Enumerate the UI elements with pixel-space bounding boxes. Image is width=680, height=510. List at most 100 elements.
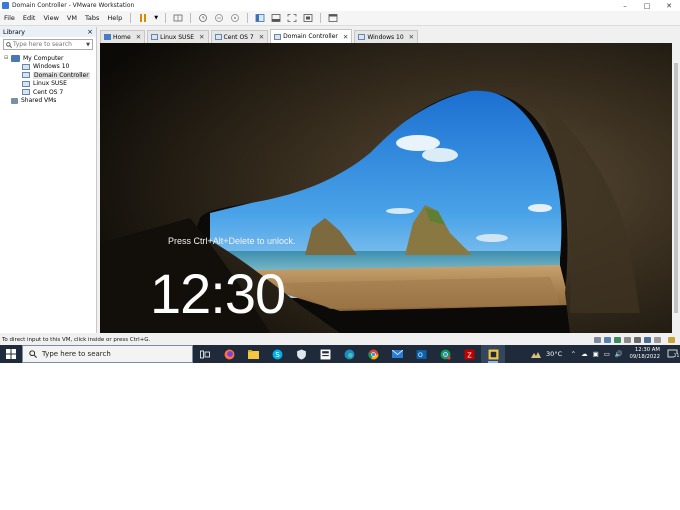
vm-icon bbox=[22, 72, 30, 79]
vmware-taskbar-button[interactable] bbox=[481, 345, 505, 363]
search-icon bbox=[29, 350, 37, 358]
tab-close-icon[interactable]: ✕ bbox=[136, 33, 141, 41]
printer-icon[interactable] bbox=[654, 336, 661, 343]
message-log-icon[interactable] bbox=[667, 336, 675, 343]
taskbar-clock[interactable]: 12:30 AM 09/18/2022 bbox=[629, 347, 660, 361]
sound-card-icon[interactable] bbox=[634, 336, 641, 343]
network-icon[interactable]: ▣ bbox=[593, 350, 599, 358]
display-icon[interactable] bbox=[644, 336, 651, 343]
maximize-button[interactable]: □ bbox=[636, 0, 658, 11]
tree-my-computer[interactable]: ⊟ My Computer bbox=[0, 54, 96, 63]
skype-taskbar-button[interactable]: S bbox=[265, 345, 289, 363]
collapse-icon[interactable]: ⊟ bbox=[4, 55, 11, 61]
tree-vm-linux-suse[interactable]: Linux SUSE bbox=[0, 80, 96, 89]
show-library-button[interactable] bbox=[253, 12, 267, 24]
weather-icon[interactable] bbox=[530, 350, 542, 359]
search-dropdown-icon[interactable]: ▼ bbox=[86, 42, 92, 48]
pause-icon bbox=[140, 14, 143, 22]
volume-icon[interactable]: 🔊 bbox=[615, 350, 623, 358]
taskbar-time: 12:30 AM bbox=[634, 347, 660, 353]
show-hidden-icons-icon[interactable]: ⌃ bbox=[571, 350, 576, 358]
network-adapter-icon[interactable] bbox=[614, 336, 621, 343]
keyboard-icon bbox=[173, 14, 183, 22]
menu-vm[interactable]: VM bbox=[63, 14, 81, 22]
vm-icon bbox=[22, 80, 30, 87]
search-icon bbox=[4, 41, 13, 48]
windows-taskbar: Type here to search S O Z 30°C ⌃ ☁ ▣ ▭ 🔊… bbox=[0, 345, 680, 363]
cd-dvd-icon[interactable] bbox=[604, 336, 611, 343]
menu-help[interactable]: Help bbox=[103, 14, 126, 22]
library-search-box[interactable]: ▼ bbox=[3, 39, 93, 50]
vm-icon bbox=[151, 34, 159, 40]
taskbar-date: 09/18/2022 bbox=[629, 354, 660, 360]
shared-vms-icon bbox=[11, 97, 18, 104]
library-title: Library bbox=[3, 28, 26, 36]
start-button[interactable] bbox=[0, 345, 22, 363]
power-dropdown-icon[interactable]: ▼ bbox=[152, 12, 160, 24]
revert-snapshot-button[interactable] bbox=[212, 12, 226, 24]
tree-vm-cent-os-7[interactable]: Cent OS 7 bbox=[0, 88, 96, 97]
scrollbar-thumb[interactable] bbox=[674, 63, 678, 313]
notification-count: 21 bbox=[673, 354, 680, 359]
news-taskbar-button[interactable] bbox=[313, 345, 337, 363]
battery-icon[interactable]: ▭ bbox=[604, 350, 610, 358]
tab-cent-os-7[interactable]: Cent OS 7 ✕ bbox=[210, 30, 269, 43]
mail-taskbar-button[interactable] bbox=[385, 345, 409, 363]
vm-console-screen[interactable]: Press Ctrl+Alt+Delete to unlock. 12:30 bbox=[100, 43, 672, 333]
status-bar: To direct input to this VM, click inside… bbox=[0, 334, 680, 345]
send-ctrl-alt-del-button[interactable] bbox=[171, 12, 185, 24]
outlook-taskbar-button[interactable]: O bbox=[409, 345, 433, 363]
filezilla-taskbar-button[interactable]: Z bbox=[457, 345, 481, 363]
tab-home[interactable]: Home ✕ bbox=[100, 30, 146, 43]
tab-close-icon[interactable]: ✕ bbox=[409, 33, 414, 41]
tab-close-icon[interactable]: ✕ bbox=[343, 33, 348, 41]
tab-windows-10[interactable]: Windows 10 ✕ bbox=[354, 30, 419, 43]
weather-temperature[interactable]: 30°C bbox=[546, 350, 562, 358]
close-button[interactable]: ✕ bbox=[658, 0, 680, 11]
unity-button[interactable] bbox=[301, 12, 315, 24]
file-explorer-taskbar-button[interactable] bbox=[241, 345, 265, 363]
menu-edit[interactable]: Edit bbox=[19, 14, 40, 22]
suspend-button[interactable] bbox=[136, 12, 150, 24]
library-close-icon[interactable]: × bbox=[87, 28, 93, 36]
full-screen-button[interactable] bbox=[285, 12, 299, 24]
edge-taskbar-button[interactable] bbox=[337, 345, 361, 363]
toolbar-separator bbox=[247, 13, 249, 23]
snapshot-button[interactable] bbox=[196, 12, 210, 24]
tab-close-icon[interactable]: ✕ bbox=[259, 33, 264, 41]
menu-view[interactable]: View bbox=[39, 14, 62, 22]
console-view-button[interactable] bbox=[326, 12, 340, 24]
task-view-button[interactable] bbox=[193, 345, 217, 363]
snapshot-manager-button[interactable] bbox=[228, 12, 242, 24]
minimize-button[interactable]: – bbox=[614, 0, 636, 11]
tab-domain-controller[interactable]: Domain Controller ✕ bbox=[270, 29, 353, 43]
taskbar-search-box[interactable]: Type here to search bbox=[22, 345, 193, 363]
usb-controller-icon[interactable] bbox=[624, 336, 631, 343]
outlook-icon: O bbox=[416, 349, 426, 359]
onedrive-icon[interactable]: ☁ bbox=[581, 350, 588, 358]
pause-icon-bar bbox=[144, 14, 147, 22]
tree-vm-windows-10[interactable]: Windows 10 bbox=[0, 63, 96, 72]
chrome-taskbar-button[interactable] bbox=[361, 345, 385, 363]
chrome-profile-taskbar-button[interactable] bbox=[433, 345, 457, 363]
tab-close-icon[interactable]: ✕ bbox=[199, 33, 204, 41]
shield-icon bbox=[296, 349, 306, 359]
firefox-taskbar-button[interactable] bbox=[217, 345, 241, 363]
menu-tabs[interactable]: Tabs bbox=[81, 14, 103, 22]
full-screen-icon bbox=[287, 14, 297, 22]
library-search-input[interactable] bbox=[13, 41, 81, 48]
lock-screen-clock: 12:30 bbox=[150, 262, 286, 325]
task-view-icon bbox=[200, 350, 210, 358]
tree-vm-domain-controller[interactable]: Domain Controller bbox=[0, 71, 96, 80]
tab-linux-suse[interactable]: Linux SUSE ✕ bbox=[147, 30, 209, 43]
device-icons bbox=[593, 336, 677, 343]
menu-file[interactable]: File bbox=[0, 14, 19, 22]
windows-security-taskbar-button[interactable] bbox=[289, 345, 313, 363]
hard-disk-icon[interactable] bbox=[594, 336, 601, 343]
notifications-button[interactable]: 21 bbox=[666, 349, 680, 360]
library-panel: Library × ▼ ⊟ My Computer Windows 10 Dom… bbox=[0, 27, 97, 333]
vm-vertical-scrollbar[interactable] bbox=[672, 43, 680, 333]
tree-shared-vms[interactable]: Shared VMs bbox=[0, 97, 96, 106]
library-view-icon bbox=[255, 14, 265, 22]
thumbnail-bar-button[interactable] bbox=[269, 12, 283, 24]
